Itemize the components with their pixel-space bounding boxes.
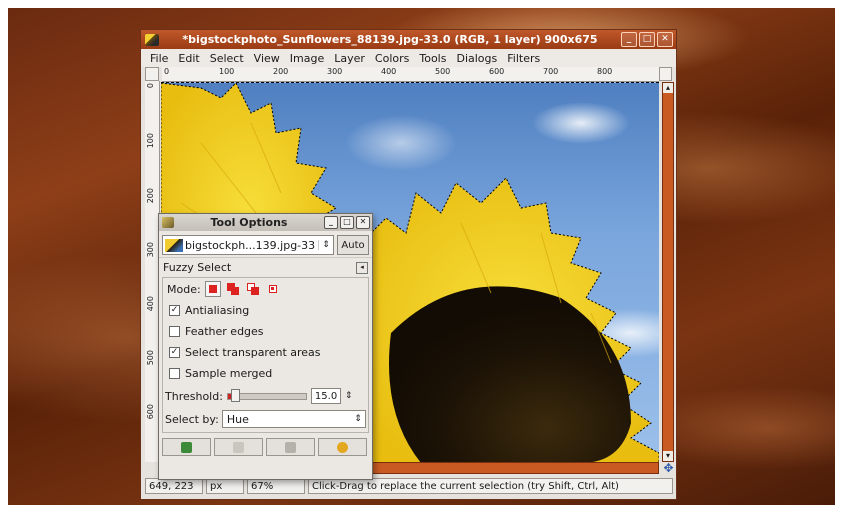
checkbox-mark: [169, 368, 180, 379]
dialog-app-icon: [162, 217, 174, 228]
menu-edit[interactable]: Edit: [173, 52, 204, 65]
zoom-select[interactable]: 67%: [247, 478, 305, 494]
menu-tools[interactable]: Tools: [414, 52, 451, 65]
vertical-scrollbar[interactable]: ▴ ▾: [662, 82, 674, 462]
hruler-tick: 200: [273, 67, 289, 76]
scroll-up-icon[interactable]: ▴: [663, 83, 673, 93]
sample-merged-checkbox[interactable]: Sample merged: [163, 363, 368, 384]
gimp-app-icon: [145, 33, 159, 46]
checkbox-label: Feather edges: [185, 325, 264, 338]
mode-add-icon[interactable]: [225, 281, 241, 297]
image-select[interactable]: bigstockph...139.jpg-33 ⇕: [162, 235, 334, 255]
mode-replace-icon[interactable]: [204, 281, 221, 297]
tool-options-dialog: Tool Options _ □ ✕ bigstockph...139.jpg-…: [158, 213, 373, 480]
antialiasing-checkbox[interactable]: ✓ Antialiasing: [163, 300, 368, 321]
checkbox-label: Sample merged: [185, 367, 273, 380]
navigate-icon[interactable]: ✥: [662, 462, 675, 474]
threshold-handle[interactable]: [230, 388, 240, 402]
menu-select[interactable]: Select: [205, 52, 249, 65]
dialog-titlebar[interactable]: Tool Options _ □ ✕: [159, 214, 372, 231]
hruler-tick: 600: [489, 67, 505, 76]
dialog-minimize-button[interactable]: _: [324, 216, 338, 229]
hruler-tick: 0: [164, 67, 170, 76]
zoom-fit-icon[interactable]: [659, 67, 672, 81]
image-select-value: bigstockph...139.jpg-33: [185, 238, 316, 252]
close-button[interactable]: ✕: [657, 32, 673, 47]
tool-options-panel: Mode: ✓ Antialiasing Feather edges ✓ Sel…: [162, 277, 369, 433]
mode-label: Mode:: [167, 282, 201, 296]
status-message: Click-Drag to replace the current select…: [308, 478, 673, 494]
tool-header: Fuzzy Select ◂: [159, 257, 372, 277]
menu-filters[interactable]: Filters: [502, 52, 545, 65]
image-thumbnail: [165, 238, 183, 252]
vruler-tick: 0: [146, 83, 155, 89]
mode-subtract-icon[interactable]: [245, 281, 261, 297]
threshold-label: Threshold:: [165, 389, 223, 403]
dialog-close-button[interactable]: ✕: [356, 216, 370, 229]
hruler-tick: 100: [219, 67, 235, 76]
vruler-tick: 400: [146, 296, 155, 312]
menu-colors[interactable]: Colors: [370, 52, 414, 65]
vruler-tick: 500: [146, 350, 155, 366]
checkbox-label: Select transparent areas: [185, 346, 321, 359]
checkbox-mark: [169, 326, 180, 337]
vruler-tick: 600: [146, 404, 155, 420]
hruler-tick: 700: [543, 67, 559, 76]
hruler-tick: 400: [381, 67, 397, 76]
vruler-tick: 300: [146, 242, 155, 258]
window-titlebar[interactable]: *bigstockphoto_Sunflowers_88139.jpg-33.0…: [141, 30, 676, 49]
save-icon: [181, 441, 192, 453]
auto-button[interactable]: Auto: [337, 235, 369, 255]
checkbox-mark: ✓: [169, 347, 180, 358]
threshold-input[interactable]: 15.0: [310, 388, 341, 404]
window-title: *bigstockphoto_Sunflowers_88139.jpg-33.0…: [182, 33, 598, 46]
tool-name: Fuzzy Select: [163, 261, 232, 274]
menu-dialogs[interactable]: Dialogs: [451, 52, 502, 65]
menu-layer[interactable]: Layer: [329, 52, 370, 65]
checkbox-label: Antialiasing: [185, 304, 250, 317]
hruler-tick: 300: [327, 67, 343, 76]
hruler-tick: 500: [435, 67, 451, 76]
threshold-spin-icon[interactable]: ⇕: [345, 391, 353, 401]
quick-mask-toggle[interactable]: [145, 67, 159, 81]
select-transparent-checkbox[interactable]: ✓ Select transparent areas: [163, 342, 368, 363]
scroll-down-icon[interactable]: ▾: [663, 451, 673, 461]
vruler-tick: 100: [146, 133, 155, 149]
menu-file[interactable]: File: [145, 52, 173, 65]
updown-icon: ⇕: [318, 240, 333, 250]
dialog-title: Tool Options: [210, 216, 288, 229]
vruler-tick: 200: [146, 188, 155, 204]
threshold-slider[interactable]: [226, 388, 307, 402]
reset-icon: [337, 441, 348, 453]
menu-view[interactable]: View: [249, 52, 285, 65]
select-by-value: Hue: [226, 412, 249, 426]
menubar: File Edit Select View Image Layer Colors…: [141, 49, 676, 67]
restore-icon: [233, 441, 244, 453]
tool-menu-icon[interactable]: ◂: [356, 261, 368, 274]
mode-intersect-icon[interactable]: [265, 281, 281, 297]
hruler-tick: 800: [597, 67, 613, 76]
restore-options-button[interactable]: [214, 438, 263, 456]
minimize-button[interactable]: _: [621, 32, 637, 47]
maximize-button[interactable]: □: [639, 32, 655, 47]
save-options-button[interactable]: [162, 438, 211, 456]
dropdown-icon: ⇕: [354, 414, 362, 424]
select-by-label: Select by:: [165, 412, 219, 426]
pointer-coords: 649, 223: [145, 478, 203, 494]
checkbox-mark: ✓: [169, 305, 180, 316]
feather-edges-checkbox[interactable]: Feather edges: [163, 321, 368, 342]
menu-image[interactable]: Image: [285, 52, 329, 65]
dialog-maximize-button[interactable]: □: [340, 216, 354, 229]
delete-options-button[interactable]: [266, 438, 315, 456]
reset-options-button[interactable]: [318, 438, 367, 456]
unit-select[interactable]: px: [206, 478, 244, 494]
trash-icon: [285, 441, 296, 453]
horizontal-ruler[interactable]: 0 100 200 300 400 500 600 700 800: [162, 67, 659, 82]
select-by-dropdown[interactable]: Hue ⇕: [221, 410, 366, 428]
